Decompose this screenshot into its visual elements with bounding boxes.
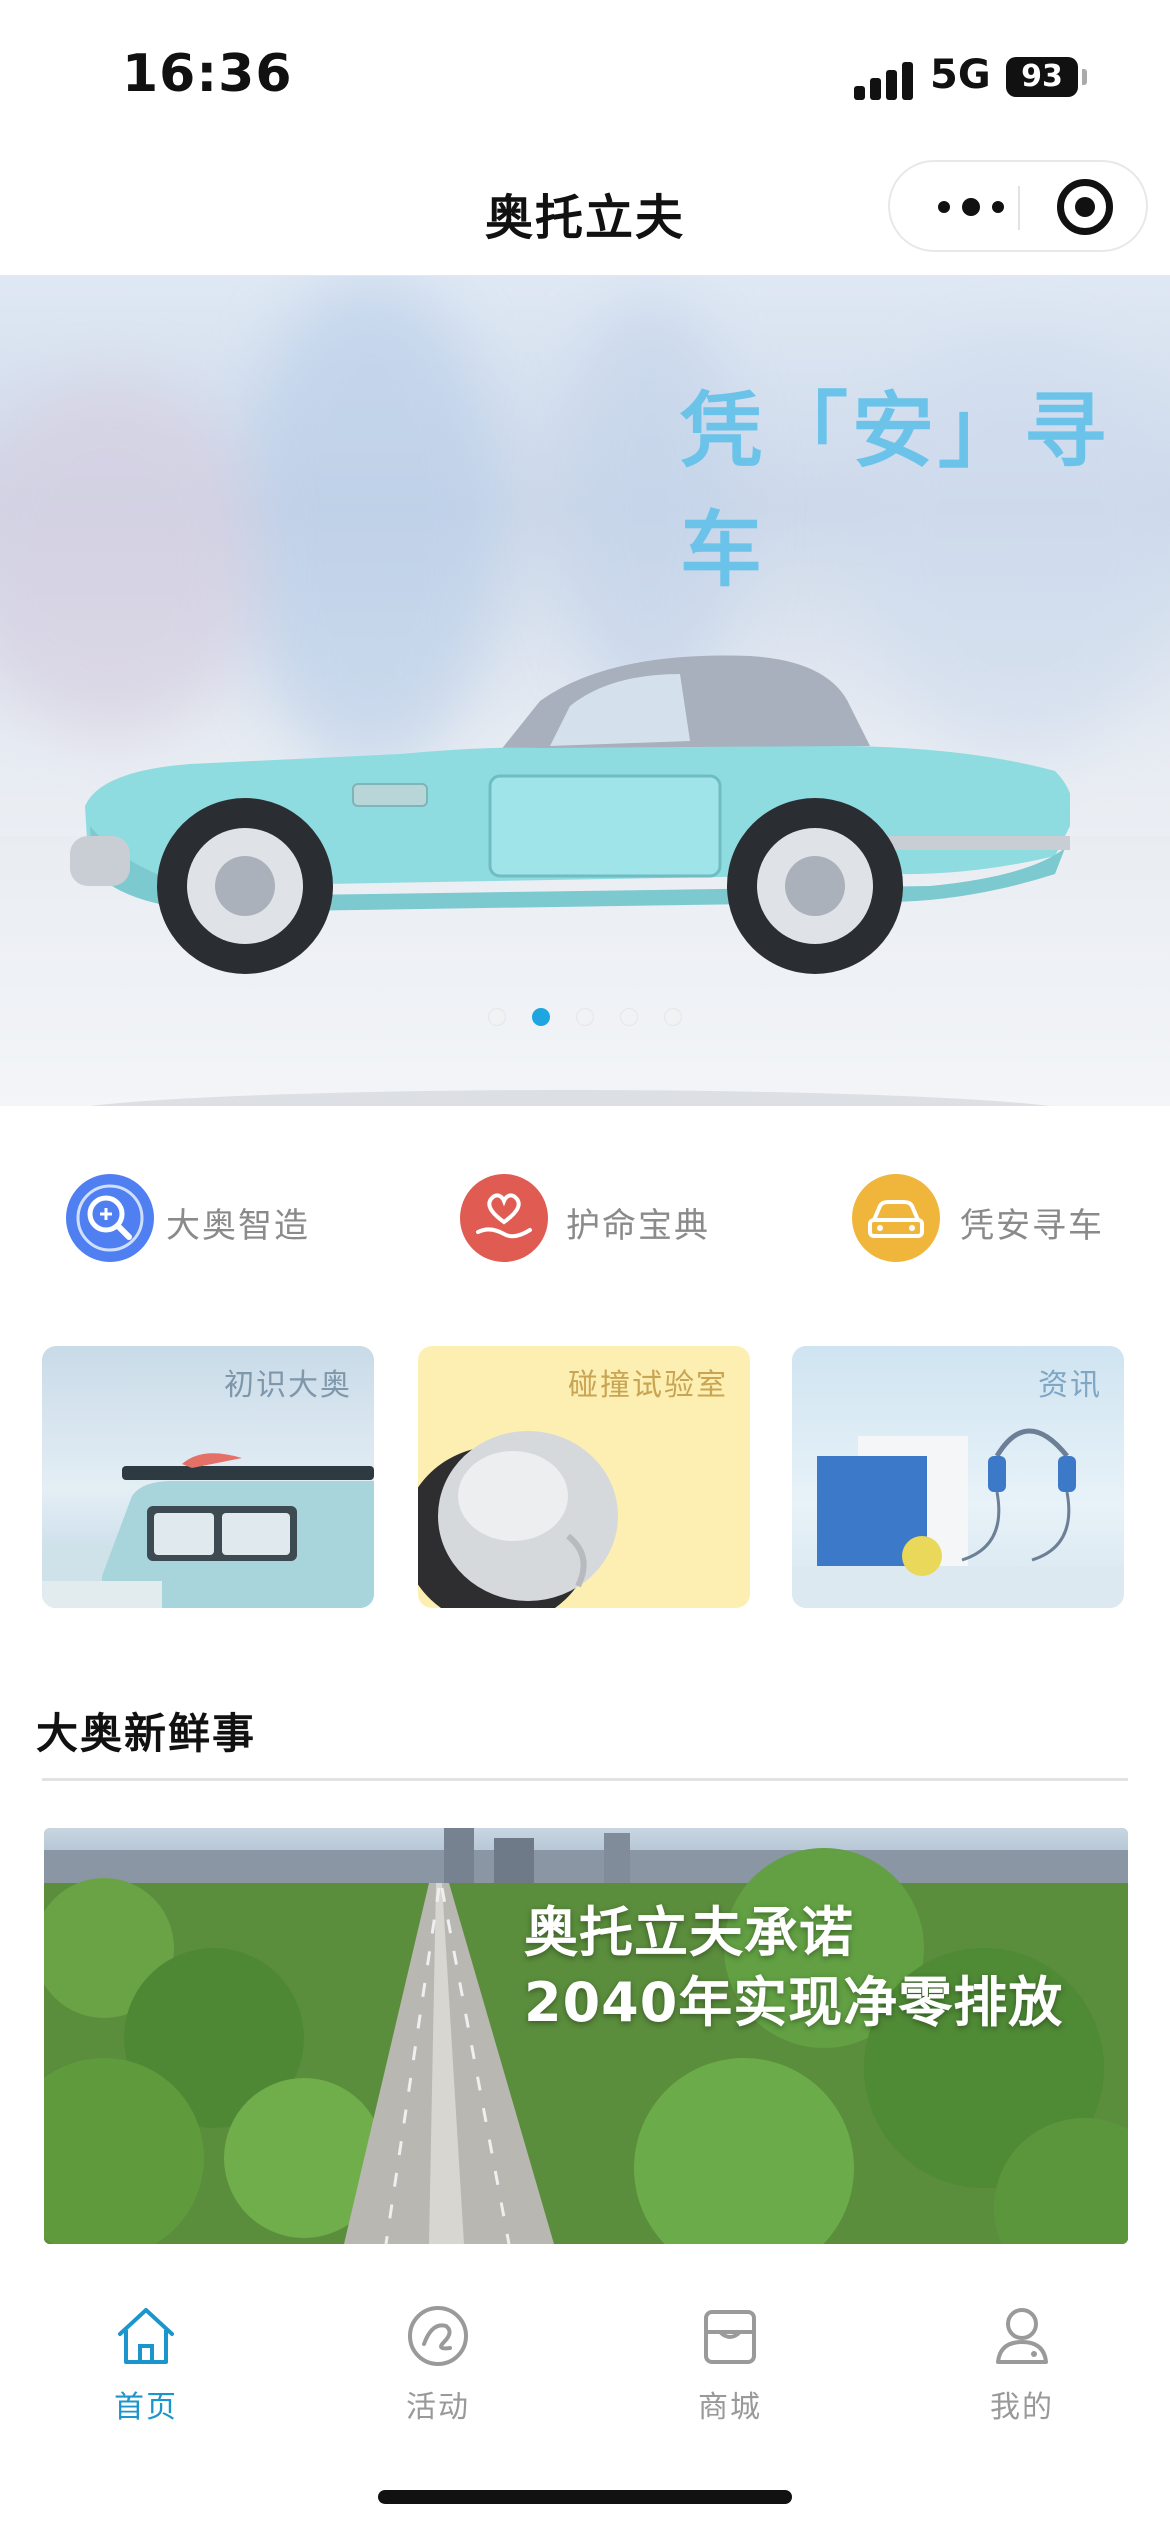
- card-title: 资讯: [1038, 1368, 1102, 1403]
- tab-activity[interactable]: 活动: [358, 2302, 518, 2442]
- tab-label: 商城: [698, 2390, 762, 2425]
- quick-link-label: 凭安寻车: [960, 1206, 1104, 1246]
- status-bar: 16:36 5G 93: [0, 0, 1170, 140]
- carousel-dot[interactable]: [488, 1008, 506, 1026]
- miniprogram-capsule: [888, 160, 1148, 252]
- tab-label: 活动: [406, 2390, 470, 2425]
- tab-profile[interactable]: 我的: [942, 2302, 1102, 2442]
- activity-icon: [408, 2306, 468, 2366]
- tab-home[interactable]: 首页: [66, 2302, 226, 2442]
- section-title-news: 大奥新鲜事: [36, 1709, 257, 1758]
- quick-link-find-car[interactable]: 凭安寻车: [852, 1174, 1152, 1274]
- carousel-dot[interactable]: [532, 1008, 550, 1026]
- card-news[interactable]: 资讯: [792, 1346, 1124, 1608]
- quick-link-life-guide[interactable]: 护命宝典: [460, 1174, 760, 1274]
- quick-link-label: 大奥智造: [166, 1206, 310, 1246]
- hero-banner[interactable]: 凭「安」寻车: [0, 276, 1170, 1106]
- news-headline: 奥托立夫承诺 2040年实现净零排放: [524, 1898, 1063, 2038]
- search-gear-icon: [66, 1174, 154, 1262]
- home-indicator[interactable]: [378, 2490, 792, 2504]
- close-target-icon[interactable]: [1057, 179, 1113, 235]
- carousel-dot[interactable]: [576, 1008, 594, 1026]
- home-icon: [118, 2308, 174, 2364]
- tab-store[interactable]: 商城: [650, 2302, 810, 2442]
- card-crash-lab[interactable]: 碰撞试验室: [418, 1346, 750, 1608]
- status-time: 16:36: [122, 44, 293, 104]
- tab-label: 首页: [114, 2390, 178, 2425]
- card-about[interactable]: 初识大奥: [42, 1346, 374, 1608]
- carousel-dot[interactable]: [664, 1008, 682, 1026]
- car-icon: [852, 1174, 940, 1262]
- heart-hand-icon: [460, 1174, 548, 1262]
- card-title: 碰撞试验室: [568, 1368, 728, 1403]
- capsule-divider: [1018, 186, 1020, 230]
- card-title: 初识大奥: [224, 1368, 352, 1403]
- quick-link-label: 护命宝典: [566, 1206, 710, 1246]
- section-divider: [42, 1778, 1128, 1781]
- profile-icon: [996, 2308, 1048, 2364]
- news-banner[interactable]: 奥托立夫承诺 2040年实现净零排放: [44, 1828, 1128, 2244]
- nav-bar: 奥托立夫: [0, 140, 1170, 276]
- battery-tip: [1082, 69, 1087, 85]
- cellular-signal-icon: [854, 60, 914, 100]
- carousel-dot[interactable]: [620, 1008, 638, 1026]
- quick-link-smart-manufacturing[interactable]: 大奥智造: [66, 1174, 366, 1274]
- news-headline-line1: 奥托立夫承诺: [524, 1901, 854, 1964]
- carousel-dots: [0, 1008, 1170, 1026]
- news-headline-line2: 2040年实现净零排放: [524, 1971, 1064, 2034]
- network-type: 5G: [930, 52, 991, 98]
- tab-label: 我的: [990, 2390, 1054, 2425]
- quick-links: 大奥智造 护命宝典 凭安寻车: [0, 1174, 1170, 1274]
- battery-icon: 93: [1006, 57, 1078, 97]
- more-icon[interactable]: [932, 190, 1012, 226]
- app-screen: 16:36 5G 93 奥托立夫 凭「安」寻车 大奥智造 护命宝典 凭安寻车 初…: [0, 0, 1170, 2532]
- store-icon: [704, 2310, 756, 2364]
